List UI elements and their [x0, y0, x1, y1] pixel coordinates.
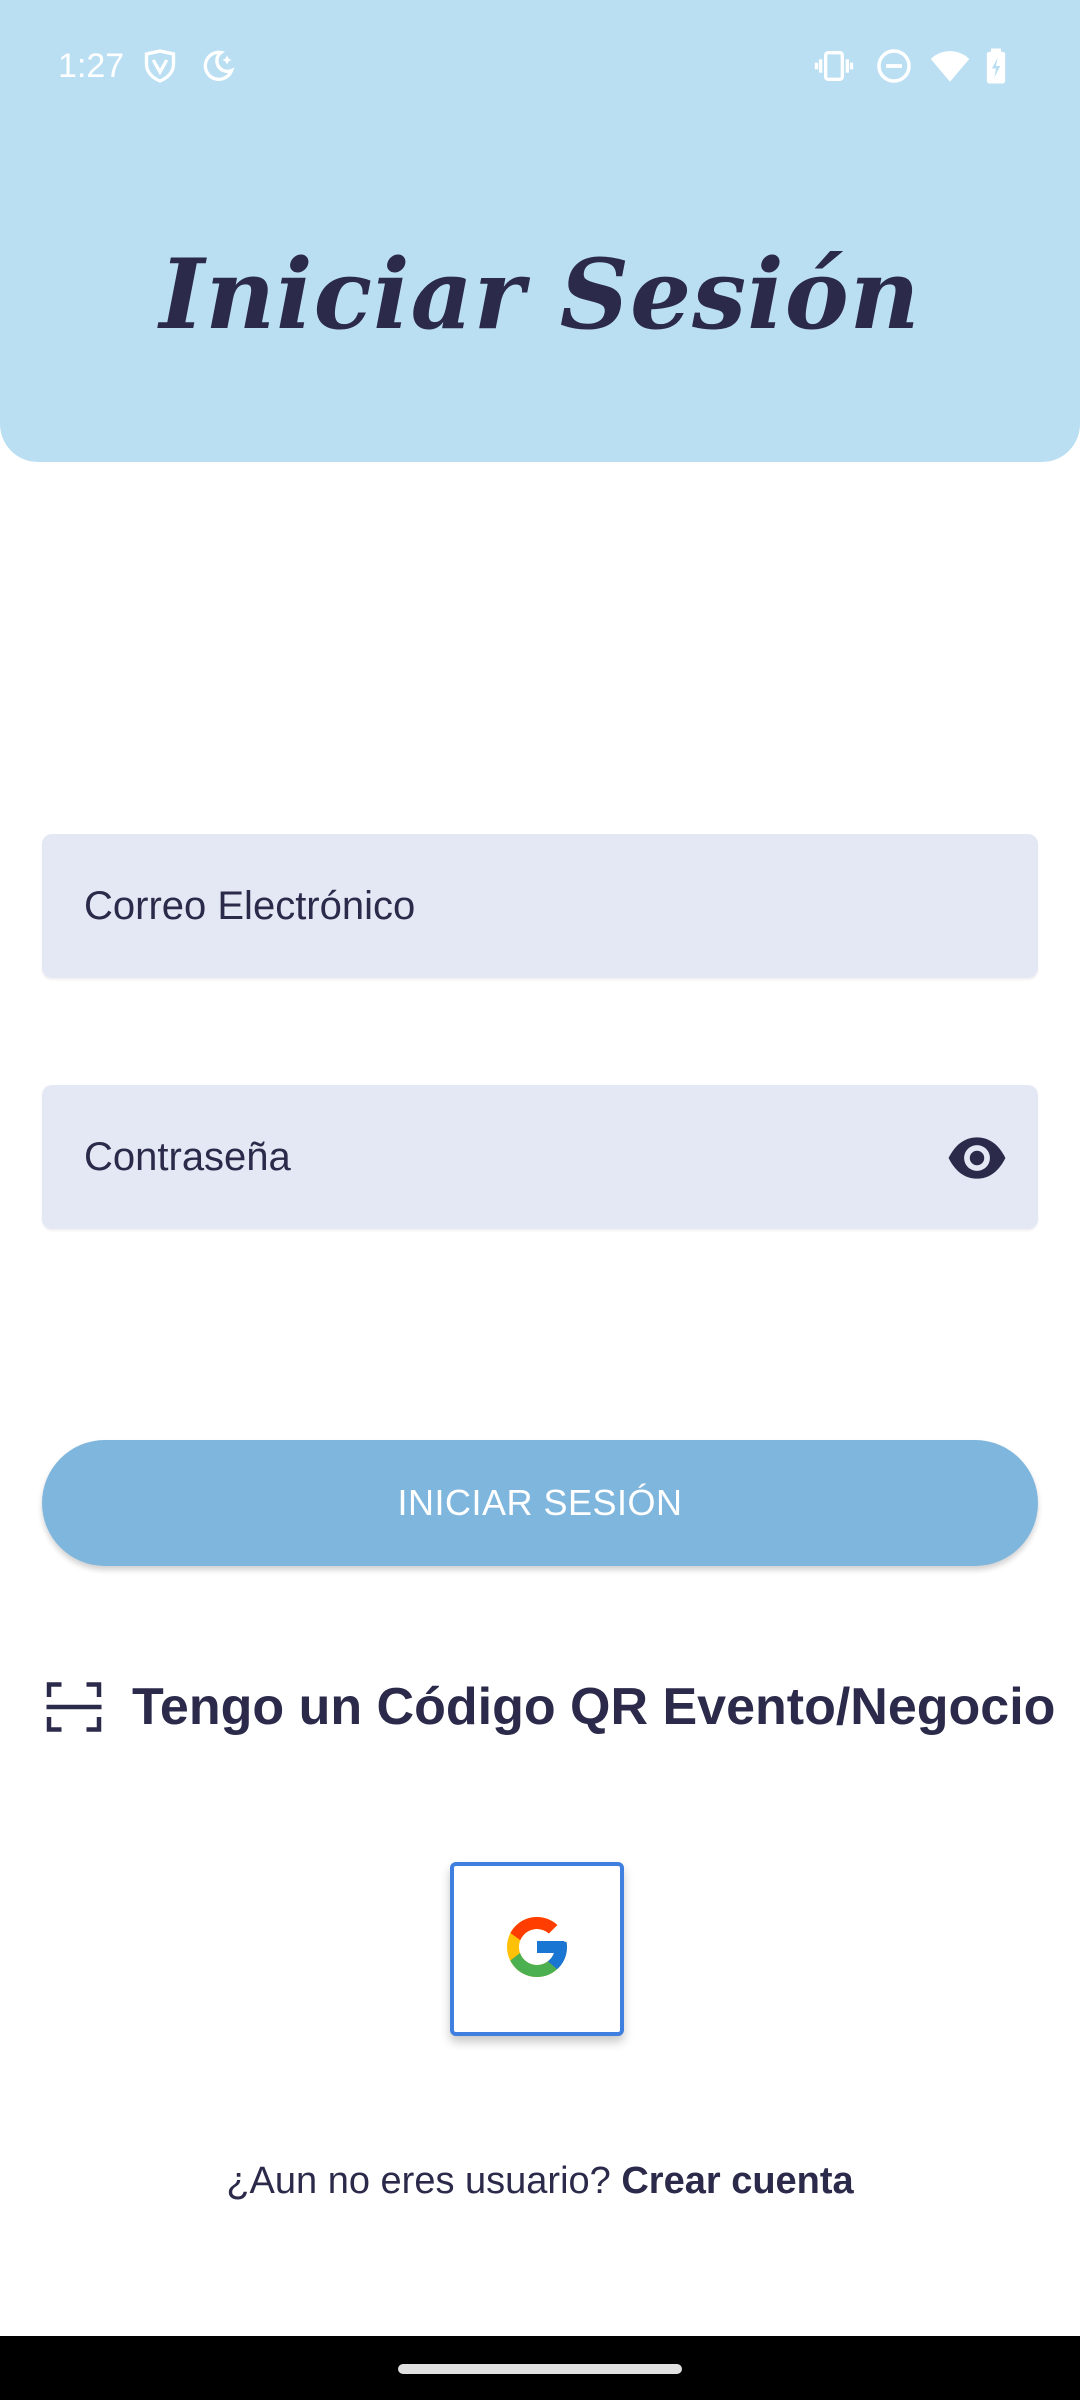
password-placeholder: Contraseña — [84, 1135, 291, 1179]
google-signin-button[interactable] — [450, 1862, 624, 2036]
do-not-disturb-icon — [872, 44, 916, 88]
vibrate-icon — [812, 44, 856, 88]
signup-prompt-text: ¿Aun no eres usuario? — [226, 2160, 611, 2202]
create-account-link[interactable]: Crear cuenta — [621, 2160, 853, 2202]
moon-stars-icon — [196, 44, 240, 88]
shield-v-icon — [138, 44, 182, 88]
eye-icon[interactable] — [946, 1127, 1008, 1189]
status-bar: 1:27 — [0, 0, 1080, 130]
wifi-icon — [928, 44, 972, 88]
email-field[interactable]: Correo Electrónico — [42, 834, 1038, 978]
qr-code-label: Tengo un Código QR Evento/Negocio — [132, 1678, 1056, 1736]
home-indicator[interactable] — [398, 2364, 682, 2374]
battery-charging-icon — [974, 44, 1018, 88]
login-button[interactable]: INICIAR SESIÓN — [42, 1440, 1038, 1566]
password-field[interactable]: Contraseña — [42, 1085, 1038, 1229]
navigation-bar — [0, 2336, 1080, 2400]
email-placeholder: Correo Electrónico — [84, 884, 416, 928]
signup-prompt: ¿Aun no eres usuario? Crear cuenta — [0, 2160, 1080, 2203]
page-title: Iniciar Sesión — [159, 238, 921, 351]
qr-code-link[interactable]: Tengo un Código QR Evento/Negocio — [42, 1670, 1055, 1744]
google-logo-icon — [501, 1911, 573, 1988]
status-time: 1:27 — [58, 47, 125, 85]
qr-scan-icon — [44, 1677, 104, 1737]
header: 1:27 Iniciar Sesión — [0, 0, 1080, 462]
